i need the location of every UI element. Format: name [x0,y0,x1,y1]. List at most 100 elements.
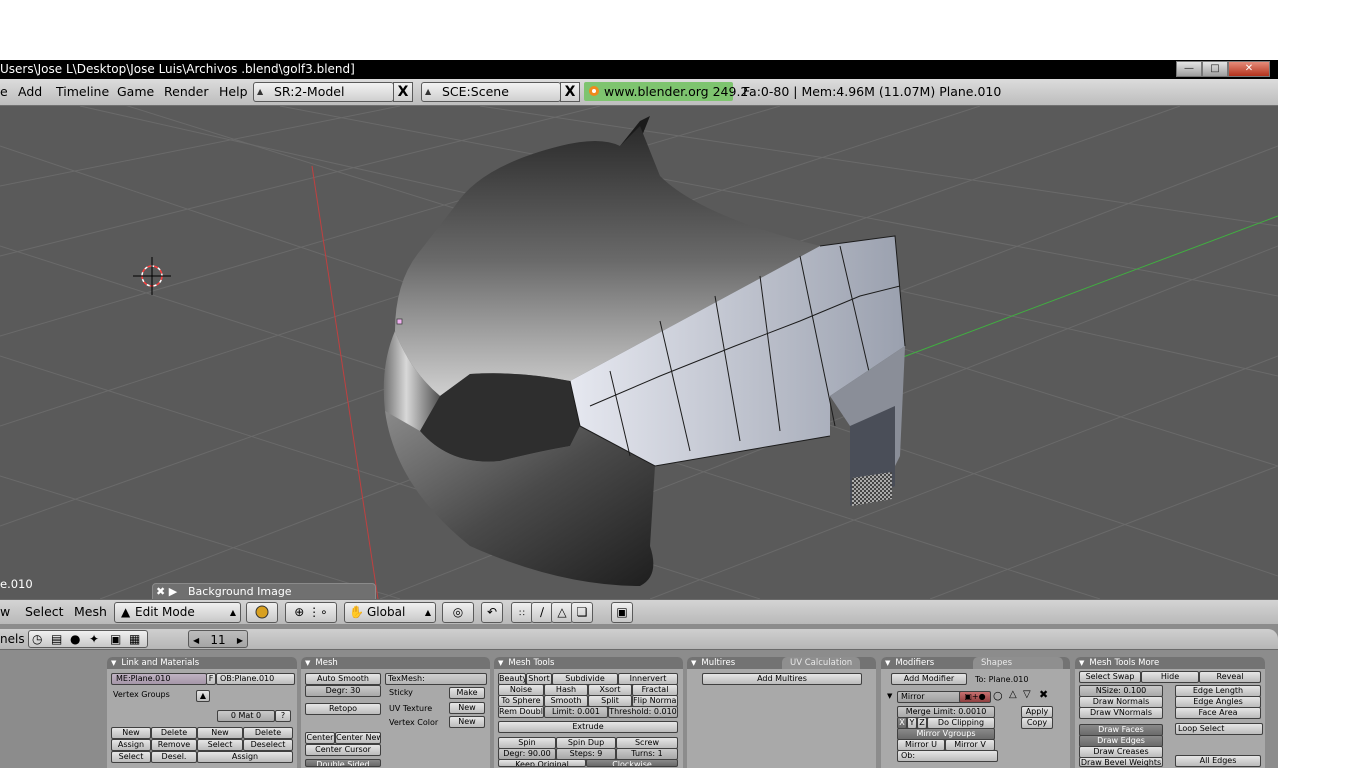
panels-menu-partial[interactable]: nels [0,632,25,646]
frame-number-field[interactable]: ◀ 11 ▶ [188,630,248,648]
hide-button[interactable]: Hide [1141,671,1199,683]
menu-file-partial[interactable]: e [0,84,8,99]
assign-material-button[interactable]: Assign [197,751,293,763]
occlude-button[interactable]: ❏ [571,602,593,623]
delete-vgroup-button[interactable]: Delete [151,727,197,739]
menu-select[interactable]: Select [25,604,64,619]
collapse-triangle-icon[interactable]: ▼ [691,659,696,667]
copy-modifier-button[interactable]: Copy [1021,717,1053,729]
screen-selector[interactable]: ▲ SR:2-Model [253,82,394,102]
proportional-edit-button[interactable]: ◎ [442,602,474,623]
new-material-button[interactable]: New [197,727,243,739]
vertex-select-button[interactable]: ∷ [511,602,533,623]
add-modifier-button[interactable]: Add Modifier [891,673,967,685]
select-vgroup-button[interactable]: Select [111,751,151,763]
delete-modifier-icon[interactable]: ✖ [1039,688,1048,701]
draw-bevel-weights-toggle[interactable]: Draw Bevel Weights [1079,757,1163,767]
panel-header[interactable]: ▼ Multires UV Calculation [687,657,876,669]
center-new-button[interactable]: Center New [335,732,381,744]
fake-user-button[interactable]: F [206,673,216,685]
menu-render[interactable]: Render [164,84,209,99]
menu-timeline[interactable]: Timeline [56,84,109,99]
panel-header[interactable]: ▼ Mesh Tools [494,657,683,669]
mirror-object-field[interactable]: Ob: [897,750,998,762]
collapse-triangle-icon[interactable]: ▼ [305,659,310,667]
shading-icon[interactable]: ● [70,630,80,649]
double-sided-toggle[interactable]: Double Sided [305,759,381,767]
delete-material-button[interactable]: Delete [243,727,293,739]
sticky-make-button[interactable]: Make [449,687,485,699]
collapse-triangle-icon[interactable]: ▼ [885,659,890,667]
tab-modifiers[interactable]: Modifiers [895,658,934,668]
threshold-field[interactable]: Threshold: 0.010 [608,706,678,718]
object-icon[interactable]: ✦ [89,630,99,649]
tab-multires[interactable]: Multires [701,658,735,668]
deselect-vgroup-button[interactable]: Desel. [151,751,197,763]
select-swap-button[interactable]: Select Swap [1079,671,1141,683]
remove-vgroup-button[interactable]: Remove [151,739,197,751]
snap-button[interactable]: ↶ [481,602,503,623]
viewport-canvas[interactable] [0,106,1278,599]
material-menu-button[interactable]: ? [275,710,291,722]
modifier-name-field[interactable]: Mirror [897,691,962,703]
scene-selector[interactable]: ▲ SCE:Scene [421,82,561,102]
scene-icon[interactable]: ▦ [129,630,140,649]
deselect-material-button[interactable]: Deselect [243,739,293,751]
face-select-button[interactable]: △ [551,602,573,623]
remove-doubles-button[interactable]: Rem Doubl [498,706,544,718]
keep-original-toggle[interactable]: Keep Original [498,759,586,767]
menu-game[interactable]: Game [117,84,154,99]
collapse-triangle-icon[interactable]: ▼ [1079,659,1084,667]
draw-type-button[interactable] [246,602,278,623]
center-cursor-button[interactable]: Center Cursor [305,744,381,756]
uv-texture-new-button[interactable]: New [449,702,485,714]
object-name-field[interactable]: OB:Plane.010 [216,673,295,685]
retopo-toggle[interactable]: Retopo [305,703,381,715]
assign-vgroup-button[interactable]: Assign [111,739,151,751]
move-down-icon[interactable]: ▽ [1023,689,1031,700]
increment-icon[interactable]: ▶ [237,631,243,650]
draw-vnormals-toggle[interactable]: Draw VNormals [1079,707,1163,719]
all-edges-toggle[interactable]: All Edges [1175,755,1261,767]
menu-add[interactable]: Add [18,84,42,99]
3d-viewport[interactable]: e.010 ✖ ▶ Background Image [0,106,1278,599]
add-multires-button[interactable]: Add Multires [702,673,862,685]
edge-select-button[interactable]: ∕ [531,602,553,623]
mode-selector[interactable]: ▲ Edit Mode ▲ [114,602,241,623]
delete-scene-button[interactable]: X [560,82,580,102]
background-image-tab[interactable]: ✖ ▶ Background Image [152,583,376,599]
panel-header[interactable]: ▼ Modifiers Shapes [881,657,1070,669]
select-material-button[interactable]: Select [197,739,243,751]
panel-header[interactable]: ▼ Link and Materials [107,657,297,669]
face-area-toggle[interactable]: Face Area [1175,707,1261,719]
context-buttons[interactable]: ◷ ▤ ● ✦ ▣ ▦ [28,630,148,648]
delete-screen-button[interactable]: X [393,82,413,102]
collapse-triangle-icon[interactable]: ▼ [111,659,116,667]
menu-help[interactable]: Help [219,84,248,99]
minimize-button[interactable]: — [1176,61,1202,77]
panel-header[interactable]: ▼ Mesh Tools More [1075,657,1265,669]
material-index-field[interactable]: 0 Mat 0 [217,710,275,722]
menu-mesh[interactable]: Mesh [74,604,107,619]
expand-triangle-icon[interactable]: ▼ [887,692,892,700]
vertex-group-menu[interactable]: ▲ [196,690,210,702]
loop-select-menu[interactable]: Loop Select [1175,723,1263,735]
clockwise-toggle[interactable]: Clockwise [586,759,678,767]
vertex-color-new-button[interactable]: New [449,716,485,728]
smooth-degree-field[interactable]: Degr: 30 [305,685,381,697]
auto-smooth-toggle[interactable]: Auto Smooth [305,673,381,685]
extrude-button[interactable]: Extrude [498,721,678,733]
close-button[interactable]: ✕ [1228,61,1270,77]
collapse-triangle-icon[interactable]: ▼ [498,659,503,667]
limit-field[interactable]: Limit: 0.001 [544,706,608,718]
new-vgroup-button[interactable]: New [111,727,151,739]
orientation-selector[interactable]: ✋ Global ▲ [344,602,436,623]
script-icon[interactable]: ▤ [51,630,62,649]
menu-view-partial[interactable]: w [0,604,10,619]
logic-icon[interactable]: ◷ [32,630,42,649]
move-up-icon[interactable]: △ [1009,689,1017,700]
modifier-circle-icon[interactable]: ○ [993,689,1003,702]
panel-header[interactable]: ▼ Mesh [301,657,490,669]
decrement-icon[interactable]: ◀ [193,631,199,650]
render-preview-button[interactable]: ▣ [611,602,633,623]
